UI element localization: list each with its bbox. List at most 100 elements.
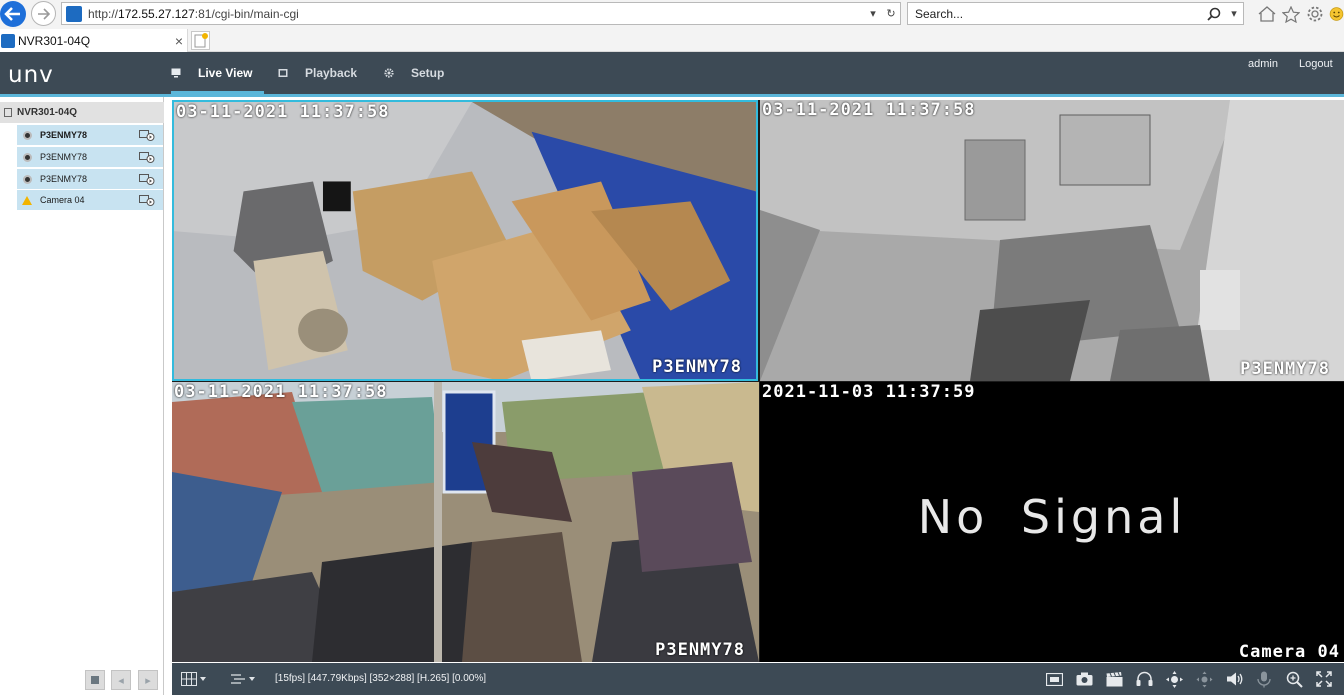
video-window-1[interactable]: 03-11-2021 11:37:58 P3ENMY78 bbox=[172, 100, 758, 381]
camera-icon bbox=[23, 152, 32, 162]
star-icon[interactable] bbox=[1281, 4, 1301, 24]
device-tree: NVR301-04Q P3ENMY78 P3ENMY78 P3ENMY78 Ca… bbox=[0, 97, 164, 695]
url-input[interactable]: http://172.55.27.127:81/cgi-bin/main-cgi… bbox=[61, 2, 901, 25]
audio-button[interactable] bbox=[1225, 670, 1243, 688]
device-tree-root[interactable]: NVR301-04Q bbox=[0, 102, 164, 123]
tab-playback-label: Playback bbox=[305, 66, 358, 80]
browser-tab-bar: NVR301-04Q × bbox=[0, 28, 1344, 52]
aspect-ratio-icon bbox=[1045, 672, 1063, 686]
new-tab-icon bbox=[194, 33, 208, 48]
logout-link[interactable]: Logout bbox=[1299, 58, 1333, 70]
two-way-audio-button[interactable] bbox=[1135, 670, 1153, 688]
url-text: http://172.55.27.127:81/cgi-bin/main-cgi bbox=[88, 6, 299, 21]
live-stream-icon[interactable] bbox=[139, 129, 155, 141]
url-dropdown-icon[interactable]: ▾ bbox=[864, 7, 882, 20]
live-view-grid: 03-11-2021 11:37:58 P3ENMY78 03-11-2021 … bbox=[172, 100, 1344, 662]
osd-camera-name: P3ENMY78 bbox=[1240, 359, 1330, 379]
stream-icon bbox=[231, 674, 245, 684]
forward-button[interactable] bbox=[31, 1, 56, 26]
gear-icon bbox=[384, 68, 394, 78]
osd-timestamp: 03-11-2021 11:37:58 bbox=[762, 100, 976, 120]
snapshot-button[interactable] bbox=[1075, 670, 1093, 688]
search-placeholder: Search... bbox=[915, 6, 964, 21]
live-view-toolbar: [15fps] [447.79Kbps] [352×288] [H.265] [… bbox=[172, 663, 1344, 695]
back-icon bbox=[4, 7, 20, 21]
video-window-3[interactable]: 03-11-2021 11:37:58 P3ENMY78 bbox=[172, 382, 759, 662]
arrow-right-icon: ▸ bbox=[145, 674, 151, 687]
screen-layout-dropdown[interactable] bbox=[181, 670, 206, 688]
osd-timestamp: 2021-11-03 11:37:59 bbox=[762, 382, 976, 402]
live-stream-icon[interactable] bbox=[139, 151, 155, 163]
next-button[interactable]: ▸ bbox=[138, 670, 158, 690]
arrow-left-icon: ◂ bbox=[118, 674, 124, 687]
tab-title: NVR301-04Q bbox=[18, 33, 91, 48]
video-window-2[interactable]: 03-11-2021 11:37:58 P3ENMY78 bbox=[760, 100, 1344, 381]
smiley-icon[interactable] bbox=[1329, 4, 1344, 24]
osd-timestamp: 03-11-2021 11:37:58 bbox=[174, 382, 388, 402]
camera-feed-equipment-room bbox=[760, 100, 1344, 381]
aspect-ratio-button[interactable] bbox=[1045, 670, 1063, 688]
search-icon[interactable] bbox=[1207, 7, 1221, 21]
fullscreen-button[interactable] bbox=[1315, 670, 1333, 688]
osd-camera-name: Camera 04 bbox=[1238, 642, 1340, 662]
close-icon[interactable]: × bbox=[171, 33, 187, 49]
tab-playback[interactable]: Playback bbox=[278, 52, 357, 94]
record-button[interactable] bbox=[1105, 670, 1123, 688]
nvr-icon bbox=[4, 108, 12, 117]
live-stream-icon[interactable] bbox=[139, 173, 155, 185]
home-icon[interactable] bbox=[1257, 4, 1277, 24]
digital-zoom-button[interactable] bbox=[1195, 670, 1213, 688]
browser-tab[interactable]: NVR301-04Q × bbox=[0, 29, 188, 52]
brand-logo: unv bbox=[8, 62, 54, 88]
tab-live-view[interactable]: Live View bbox=[171, 52, 266, 94]
ptz-button[interactable] bbox=[1165, 670, 1183, 688]
grid-layout-icon bbox=[181, 672, 197, 686]
no-signal-message: No Signal bbox=[917, 490, 1187, 544]
headset-icon bbox=[1136, 671, 1152, 686]
gear-icon[interactable] bbox=[1305, 4, 1325, 24]
previous-button[interactable]: ◂ bbox=[111, 670, 131, 690]
fullscreen-icon bbox=[1316, 671, 1332, 687]
zoom-button[interactable] bbox=[1285, 670, 1303, 688]
zoom-area-icon bbox=[1196, 671, 1212, 687]
refresh-icon[interactable]: ↻ bbox=[882, 7, 900, 20]
microphone-button[interactable] bbox=[1255, 670, 1273, 688]
osd-camera-name: P3ENMY78 bbox=[655, 640, 745, 660]
camera-label: P3ENMY78 bbox=[40, 174, 88, 184]
tab-setup[interactable]: Setup bbox=[384, 52, 444, 94]
zoom-in-icon bbox=[1286, 671, 1303, 688]
osd-camera-name: P3ENMY78 bbox=[652, 357, 742, 377]
camera-label: Camera 04 bbox=[40, 195, 85, 205]
search-dropdown-icon[interactable]: ▾ bbox=[1225, 7, 1243, 20]
stop-icon bbox=[91, 676, 99, 684]
clapperboard-icon bbox=[1106, 671, 1122, 686]
camera-feed-street bbox=[172, 382, 759, 662]
chevron-down-icon bbox=[249, 677, 255, 681]
camera-item[interactable]: P3ENMY78 bbox=[17, 169, 163, 189]
stream-status: [15fps] [447.79Kbps] [352×288] [H.265] [… bbox=[275, 673, 486, 684]
ptz-icon bbox=[1165, 670, 1183, 688]
video-window-4[interactable]: 2021-11-03 11:37:59 No Signal Camera 04 bbox=[760, 382, 1344, 662]
user-name: admin bbox=[1248, 58, 1278, 70]
camera-label: P3ENMY78 bbox=[40, 152, 88, 162]
site-favicon-icon bbox=[66, 5, 82, 22]
stop-button[interactable] bbox=[85, 670, 105, 690]
forward-icon bbox=[37, 7, 50, 20]
camera-feed-storeroom bbox=[174, 102, 756, 379]
tab-live-view-label: Live View bbox=[198, 66, 253, 80]
camera-icon bbox=[23, 130, 32, 140]
back-button[interactable] bbox=[0, 1, 26, 27]
osd-timestamp: 03-11-2021 11:37:58 bbox=[176, 102, 390, 122]
app-header: unv Live View Playback Setup admin Logou… bbox=[0, 52, 1344, 97]
new-tab-button[interactable] bbox=[191, 31, 210, 50]
tab-favicon-icon bbox=[1, 33, 15, 48]
microphone-icon bbox=[1257, 671, 1271, 687]
camera-item[interactable]: P3ENMY78 bbox=[17, 125, 163, 145]
stream-type-dropdown[interactable] bbox=[230, 670, 255, 688]
search-input[interactable]: Search... ▾ bbox=[907, 2, 1244, 25]
speaker-icon bbox=[1226, 672, 1242, 686]
warning-icon bbox=[22, 195, 32, 205]
camera-item[interactable]: Camera 04 bbox=[17, 190, 163, 210]
camera-item[interactable]: P3ENMY78 bbox=[17, 147, 163, 167]
live-stream-icon[interactable] bbox=[139, 194, 155, 206]
